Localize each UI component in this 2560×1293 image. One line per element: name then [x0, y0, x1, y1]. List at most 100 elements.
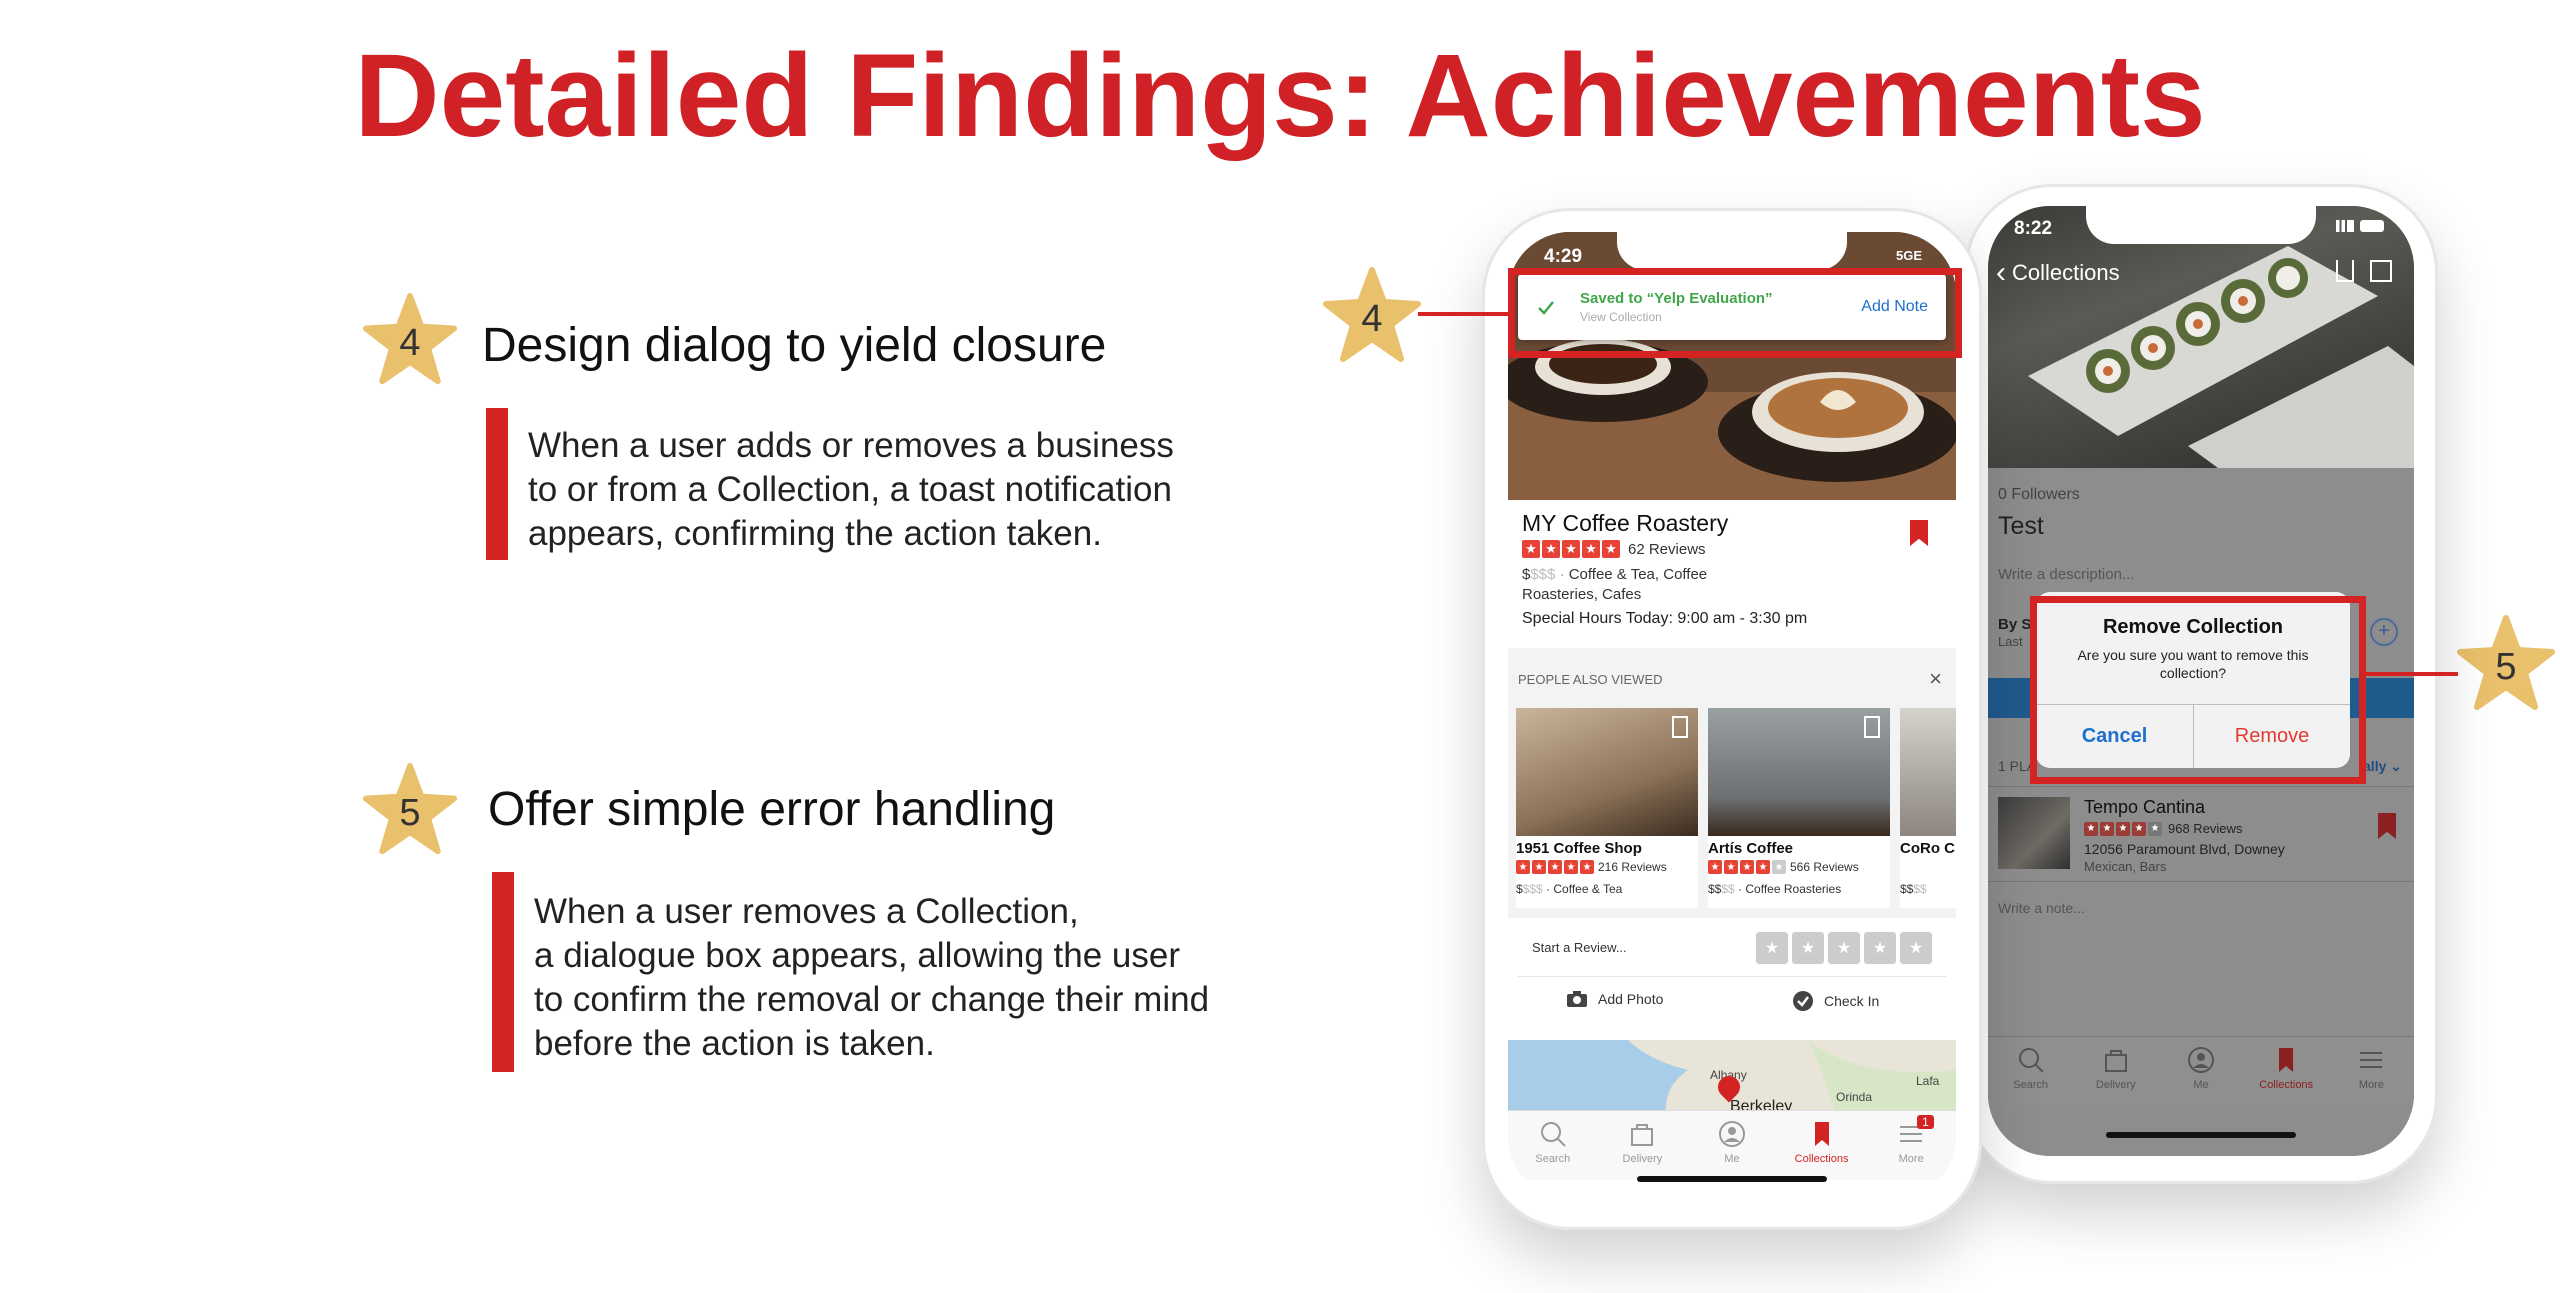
also-viewed-card[interactable]: Artís Coffee ★ ★ ★ ★ ★ 566 Reviews $$$$ · Co… [1708, 708, 1890, 908]
card-price: $$ [1900, 882, 1914, 896]
chevron-down-icon: ⌄ [2390, 758, 2402, 774]
tab-label: Me [1724, 1153, 1740, 1165]
card-rating: ★ ★ ★ ★ ★ 216 Reviews [1516, 860, 1667, 874]
tab-bar: Search Delivery Me Collections 1 More [1508, 1110, 1956, 1180]
place-row[interactable]: Tempo Cantina ★ ★ ★ ★ ★ 968 Reviews 12056 Pa… [1988, 786, 2414, 882]
map-label-lafayette: Lafa [1916, 1074, 1940, 1088]
review-star-picker[interactable]: ★ ★ ★ ★ ★ [1756, 932, 1932, 964]
home-indicator [2106, 1132, 2296, 1138]
star-icon[interactable]: ★ [1792, 932, 1824, 964]
add-photo-button[interactable]: Add Photo [1566, 990, 1663, 1008]
phone-notch [1617, 232, 1847, 270]
status-network: 5GE [1895, 248, 1922, 263]
collection-title: Test [1998, 512, 2044, 540]
tab-label: Collections [2259, 1079, 2314, 1091]
bookmark-outline-icon[interactable] [1672, 716, 1688, 738]
star-icon: ★ [1564, 860, 1578, 874]
sort-label: ally [2363, 758, 2387, 774]
card-name: CoRo C [1900, 840, 1955, 857]
business-rating: ★ ★ ★ ★ ★ 62 Reviews [1522, 540, 1706, 558]
business-categories: Coffee & Tea, Coffee [1568, 566, 1708, 583]
add-collaborator-button[interactable]: + [2370, 618, 2398, 646]
tab-delivery[interactable]: Delivery [1602, 1119, 1682, 1165]
tab-collections[interactable]: Collections [1782, 1119, 1862, 1165]
status-icons [2336, 220, 2384, 232]
back-label: Collections [2012, 260, 2120, 285]
tab-label: Search [1535, 1153, 1571, 1165]
also-viewed-card[interactable]: CoRo C $$$$ [1900, 708, 1956, 908]
notification-badge: 1 [1917, 1115, 1934, 1129]
description-input[interactable]: Write a description... [1998, 566, 2134, 583]
phone-screen: 4:29 5GE Saved to “Yelp Evaluation” View… [1508, 232, 1956, 1198]
chevron-left-icon: ‹ [1996, 256, 2006, 289]
star-icon[interactable]: ★ [1828, 932, 1860, 964]
body-line: When a user adds or removes a business [528, 426, 1174, 465]
place-address: 12056 Paramount Blvd, Downey [2084, 841, 2285, 857]
finding-heading: Offer simple error handling [488, 783, 1056, 836]
star-icon: ★ [1548, 860, 1562, 874]
highlight-box-toast [1508, 268, 1962, 358]
sort-dropdown[interactable]: ally ⌄ [2363, 758, 2402, 775]
close-icon[interactable]: × [1929, 666, 1942, 692]
note-input[interactable]: Write a note... [1998, 900, 2085, 916]
card-price: $ [1516, 882, 1523, 896]
bookmark-icon[interactable] [2378, 813, 2396, 839]
tab-search[interactable]: Search [1991, 1045, 2071, 1091]
business-info: MY Coffee Roastery ★ ★ ★ ★ ★ 62 Reviews $$$$… [1508, 500, 1956, 648]
rating-stars: ★ ★ ★ ★ ★ [1516, 860, 1594, 874]
search-icon [2018, 1048, 2044, 1073]
map-icon[interactable] [2370, 260, 2392, 282]
tab-me[interactable]: Me [1692, 1119, 1772, 1165]
card-meta: $$$$ · Coffee Roasteries [1708, 882, 1842, 896]
profile-icon [1718, 1121, 1745, 1147]
tab-collections[interactable]: Collections [2246, 1045, 2326, 1091]
callout-connector [2362, 672, 2458, 676]
bookmark-icon[interactable] [1910, 520, 1928, 546]
place-thumbnail [1998, 797, 2070, 869]
card-price-rest: $$ [1721, 882, 1735, 896]
card-category: Coffee & Tea [1553, 882, 1623, 896]
tab-more[interactable]: More [2331, 1045, 2411, 1091]
tab-label: Delivery [1622, 1153, 1663, 1165]
start-review-prompt[interactable]: Start a Review... [1532, 940, 1627, 955]
tab-label: Delivery [2095, 1079, 2136, 1091]
tab-me[interactable]: Me [2161, 1045, 2241, 1091]
star-icon[interactable]: ★ [1756, 932, 1788, 964]
tab-search[interactable]: Search [1513, 1119, 1593, 1165]
card-photo [1516, 708, 1698, 836]
status-time: 8:22 [2014, 218, 2053, 239]
bookmark-icon [2279, 1048, 2294, 1072]
also-viewed-card[interactable]: 1951 Coffee Shop ★ ★ ★ ★ ★ 216 Reviews $$$$ … [1516, 708, 1698, 908]
place-rating: ★ ★ ★ ★ ★ 968 Reviews [2084, 821, 2242, 836]
bookmark-outline-icon[interactable] [1864, 716, 1880, 738]
star-icon: ★ [2084, 821, 2098, 836]
back-button[interactable]: ‹ Collections [1996, 256, 2120, 289]
card-price-rest: $$$ [1522, 882, 1543, 896]
finding-body: When a user removes a Collection, a dial… [534, 890, 1209, 1066]
star-icon: ★ [2148, 821, 2162, 836]
delivery-bag-icon [2104, 1050, 2127, 1072]
star-icon: ★ [1708, 860, 1722, 874]
star-icon: ★ [1532, 860, 1546, 874]
check-in-label: Check In [1824, 993, 1880, 1009]
accent-bar [486, 408, 508, 560]
body-line: appears, confirming the action taken. [528, 514, 1102, 553]
star-icon[interactable]: ★ [1864, 932, 1896, 964]
review-count: 62 Reviews [1628, 540, 1706, 558]
star-icon: ★ [1740, 860, 1754, 874]
share-icon[interactable] [2336, 260, 2354, 282]
star-number: 4 [399, 321, 421, 364]
star-badge-5: 5 [362, 762, 458, 858]
tab-more[interactable]: 1 More [1871, 1115, 1951, 1165]
check-in-button[interactable]: Check In [1792, 990, 1879, 1012]
callout-number: 4 [1361, 297, 1383, 340]
tab-delivery[interactable]: Delivery [2076, 1045, 2156, 1091]
place-reviews: 968 Reviews [2168, 821, 2243, 836]
star-icon[interactable]: ★ [1900, 932, 1932, 964]
star-icon: ★ [1756, 860, 1770, 874]
accent-bar [492, 872, 514, 1072]
star-icon: ★ [2116, 821, 2130, 836]
card-rating: ★ ★ ★ ★ ★ 566 Reviews [1708, 860, 1859, 874]
profile-icon [2187, 1047, 2214, 1073]
slide-title: Detailed Findings: Achievements [354, 30, 2206, 162]
